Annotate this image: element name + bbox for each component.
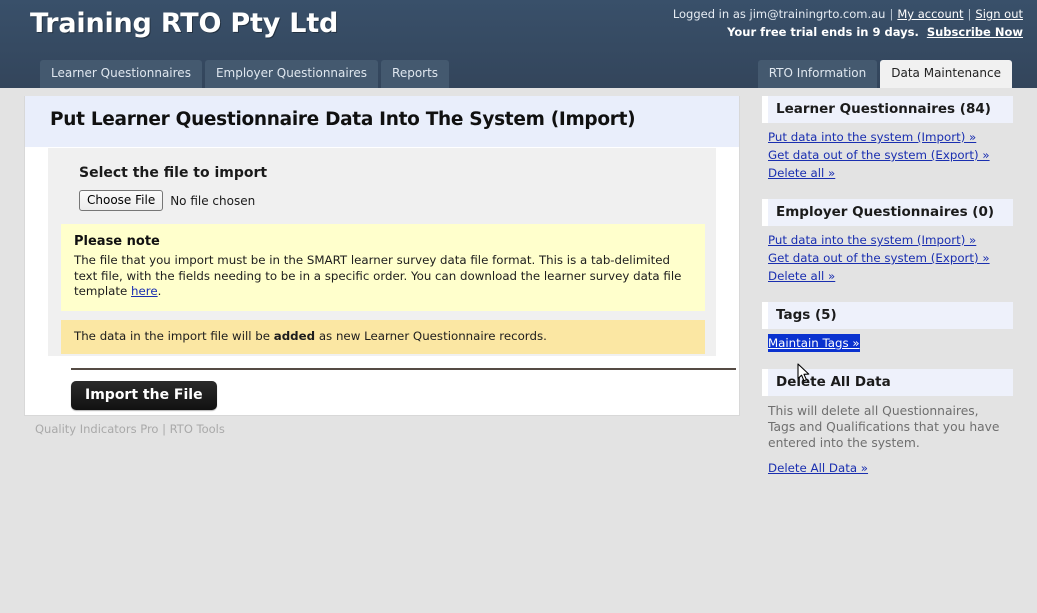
link-delete-all-data[interactable]: Delete All Data » xyxy=(768,459,868,477)
import-form-panel: Select the file to import Choose File No… xyxy=(48,148,716,356)
panel-links-employer-questionnaires: Put data into the system (Import) » Get … xyxy=(762,226,1013,285)
link-employer-import[interactable]: Put data into the system (Import) » xyxy=(768,231,976,249)
panel-header-delete-all-data: Delete All Data xyxy=(762,369,1013,396)
panel-title: Tags (5) xyxy=(776,307,837,323)
sign-out-link[interactable]: Sign out xyxy=(975,7,1023,21)
tab-data-maintenance[interactable]: Data Maintenance xyxy=(880,60,1012,88)
file-input-row: Choose File No file chosen xyxy=(79,190,716,211)
panel-delete-all-data: Delete All Data This will delete all Que… xyxy=(762,369,1013,477)
app-header: Training RTO Pty Ltd Logged in as jim@tr… xyxy=(0,0,1037,88)
panel-links-delete-all-data: Delete All Data » xyxy=(762,454,1013,477)
note-text-part-1: The file that you import must be in the … xyxy=(74,253,682,298)
choose-file-button[interactable]: Choose File xyxy=(79,190,164,211)
main-content-card: Put Learner Questionnaire Data Into The … xyxy=(24,96,740,416)
page-heading-banner: Put Learner Questionnaire Data Into The … xyxy=(25,96,739,148)
tab-reports[interactable]: Reports xyxy=(381,60,450,88)
logged-in-prefix: Logged in as xyxy=(672,7,750,21)
primary-nav-tabs-left: Learner Questionnaires Employer Question… xyxy=(40,60,450,88)
link-learner-export[interactable]: Get data out of the system (Export) » xyxy=(768,146,990,164)
panel-header-employer-questionnaires: Employer Questionnaires (0) xyxy=(762,199,1013,226)
subscribe-now-link[interactable]: Subscribe Now xyxy=(927,25,1023,39)
panel-learner-questionnaires: Learner Questionnaires (84) Put data int… xyxy=(762,96,1013,182)
account-separator-1: | xyxy=(889,7,894,21)
link-employer-delete-all[interactable]: Delete all » xyxy=(768,267,835,285)
no-file-chosen-text: No file chosen xyxy=(170,193,256,208)
please-note-body: The file that you import must be in the … xyxy=(74,253,692,300)
tab-rto-information[interactable]: RTO Information xyxy=(757,60,878,88)
panel-header-tags: Tags (5) xyxy=(762,302,1013,329)
account-separator-2: | xyxy=(967,7,972,21)
link-employer-export[interactable]: Get data out of the system (Export) » xyxy=(768,249,990,267)
trial-status-text: Your free trial ends in 9 days. xyxy=(727,25,919,39)
tab-employer-questionnaires[interactable]: Employer Questionnaires xyxy=(204,60,379,88)
panel-tags: Tags (5) Maintain Tags » xyxy=(762,302,1013,352)
select-file-label: Select the file to import xyxy=(79,165,268,181)
delete-all-data-description: This will delete all Questionnaires, Tag… xyxy=(768,404,1000,450)
right-sidebar: Learner Questionnaires (84) Put data int… xyxy=(762,96,1013,494)
tab-learner-questionnaires[interactable]: Learner Questionnaires xyxy=(40,60,202,88)
import-note-part-2: as new Learner Questionnaire records. xyxy=(315,328,547,343)
import-behaviour-note-box: The data in the import file will be adde… xyxy=(61,319,705,354)
please-note-title: Please note xyxy=(74,234,160,249)
panel-title: Learner Questionnaires (84) xyxy=(776,101,991,117)
footer-credit: Quality Indicators Pro | RTO Tools xyxy=(35,422,225,436)
panel-links-learner-questionnaires: Put data into the system (Import) » Get … xyxy=(762,123,1013,182)
template-download-link[interactable]: here xyxy=(131,284,158,298)
page-title: Put Learner Questionnaire Data Into The … xyxy=(50,109,636,130)
import-note-emphasis: added xyxy=(273,328,316,343)
link-learner-import[interactable]: Put data into the system (Import) » xyxy=(768,128,976,146)
please-note-box: Please note The file that you import mus… xyxy=(61,224,705,311)
link-maintain-tags[interactable]: Maintain Tags » xyxy=(768,334,860,352)
link-learner-delete-all[interactable]: Delete all » xyxy=(768,164,835,182)
panel-employer-questionnaires: Employer Questionnaires (0) Put data int… xyxy=(762,199,1013,285)
note-text-part-2: . xyxy=(157,284,162,298)
panel-title: Delete All Data xyxy=(776,374,891,390)
account-info-line: Logged in as jim@trainingrto.com.au | My a… xyxy=(673,7,1023,21)
primary-nav-tabs-right: RTO Information Data Maintenance xyxy=(757,60,1012,88)
panel-title: Employer Questionnaires (0) xyxy=(776,204,995,220)
form-divider xyxy=(71,368,736,370)
panel-links-tags: Maintain Tags » xyxy=(762,329,1013,352)
import-the-file-button[interactable]: Import the File xyxy=(71,381,217,410)
brand-title: Training RTO Pty Ltd xyxy=(30,8,339,39)
trial-status-line: Your free trial ends in 9 days. Subscrib… xyxy=(727,25,1023,39)
panel-header-learner-questionnaires: Learner Questionnaires (84) xyxy=(762,96,1013,123)
logged-in-email: jim@trainingrto.com.au xyxy=(749,7,886,21)
my-account-link[interactable]: My account xyxy=(897,7,963,21)
import-note-part-1: The data in the import file will be xyxy=(74,328,274,343)
